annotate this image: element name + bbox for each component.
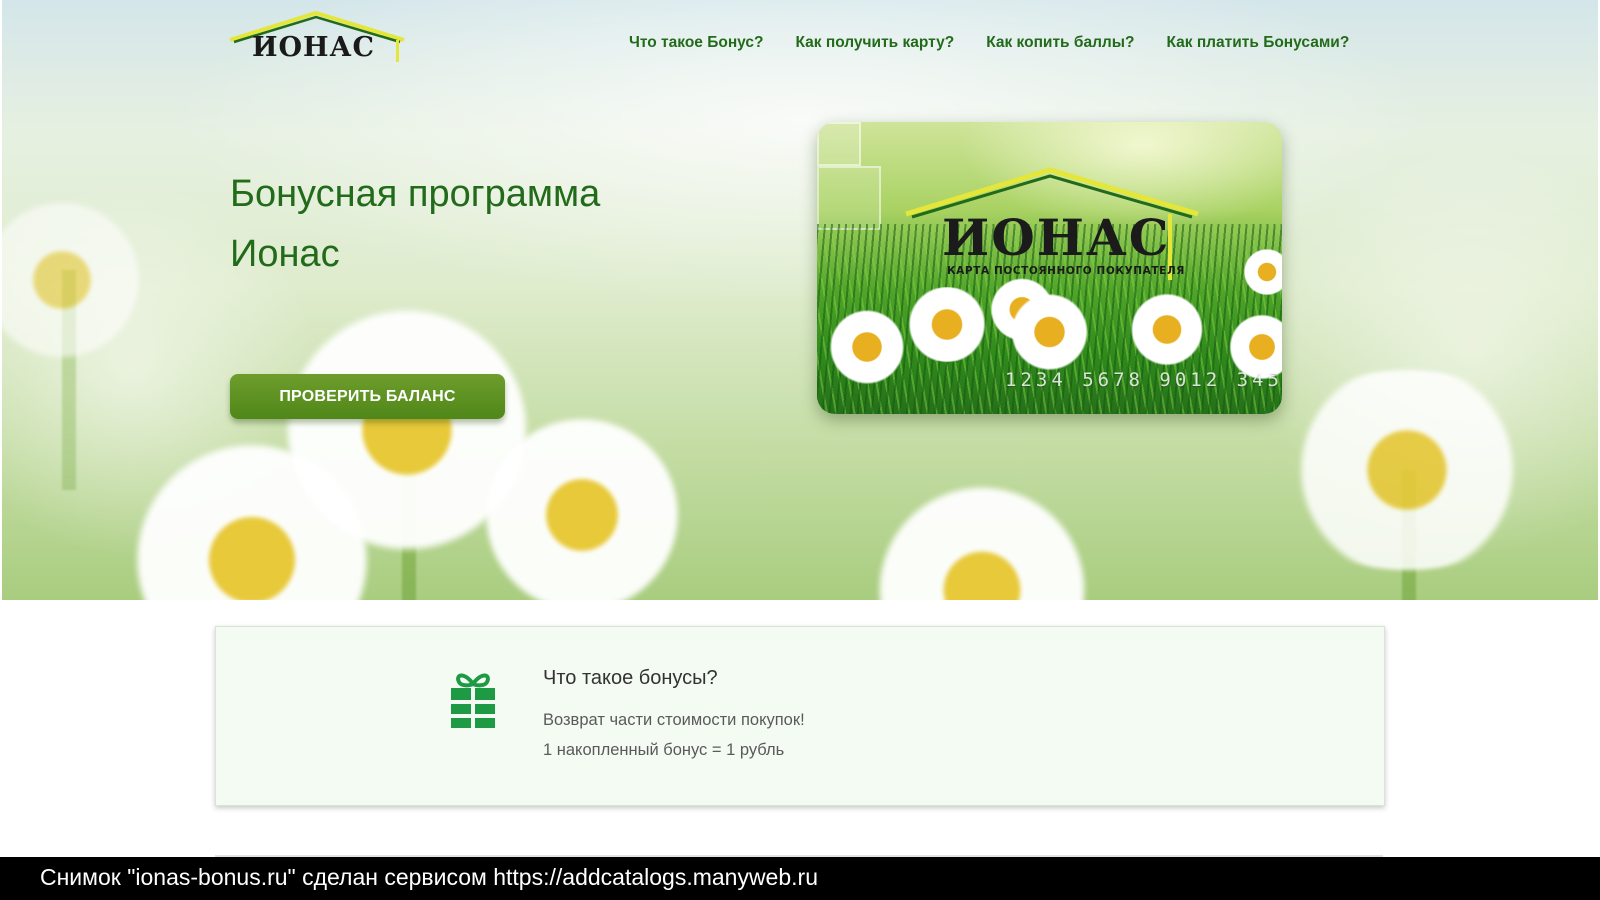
daisy-flower [852,480,1112,600]
hero-title-line: Бонусная программа [230,173,601,215]
hero-title-line: Ионас [230,233,340,275]
info-text: 1 накопленный бонус = 1 рубль [543,741,785,759]
bokeh-light [817,166,881,230]
hero-banner [2,0,1598,600]
loyalty-card-image: ИОНАС КАРТА ПОСТОЯННОГО ПОКУПАТЕЛЯ 1234 … [817,122,1282,414]
logo-text: ИОНАС [252,32,376,63]
main-nav: Что такое Бонус? Как получить карту? Как… [629,34,1349,52]
daisy-flower [1007,292,1092,372]
info-title: Что такое бонусы? [543,667,718,689]
site-logo[interactable]: ИОНАС [228,10,410,66]
bokeh-light [817,122,861,166]
screenshot-watermark-bar: Снимок "ionas-bonus.ru" сделан сервисом … [0,857,1600,900]
nav-item-earn-points[interactable]: Как копить баллы? [986,34,1134,52]
info-text: Возврат части стоимости покупок! [543,711,805,729]
daisy-flower [827,307,907,387]
daisy-flower [462,410,702,600]
daisy-flower [1127,292,1207,367]
page: ИОНАС Что такое Бонус? Как получить карт… [0,0,1600,900]
watermark-text: Снимок "ionas-bonus.ru" сделан сервисом … [40,864,818,890]
daisy-flower [902,287,992,362]
gift-icon [451,673,495,728]
card-subtitle: КАРТА ПОСТОЯННОГО ПОКУПАТЕЛЯ [947,265,1185,277]
nav-item-pay-with-bonuses[interactable]: Как платить Бонусами? [1166,34,1349,52]
nav-item-what-is-bonus[interactable]: Что такое Бонус? [629,34,764,52]
daisy-flower [1262,370,1552,570]
bonus-info-panel: Что такое бонусы? Возврат части стоимост… [215,626,1385,806]
nav-item-get-card[interactable]: Как получить карту? [796,34,955,52]
hero-title: Бонусная программа Ионас [230,164,750,284]
check-balance-button[interactable]: ПРОВЕРИТЬ БАЛАНС [230,374,505,419]
card-number: 1234 5678 9012 3456 [1005,369,1282,391]
card-logo-text: ИОНАС [942,208,1171,267]
